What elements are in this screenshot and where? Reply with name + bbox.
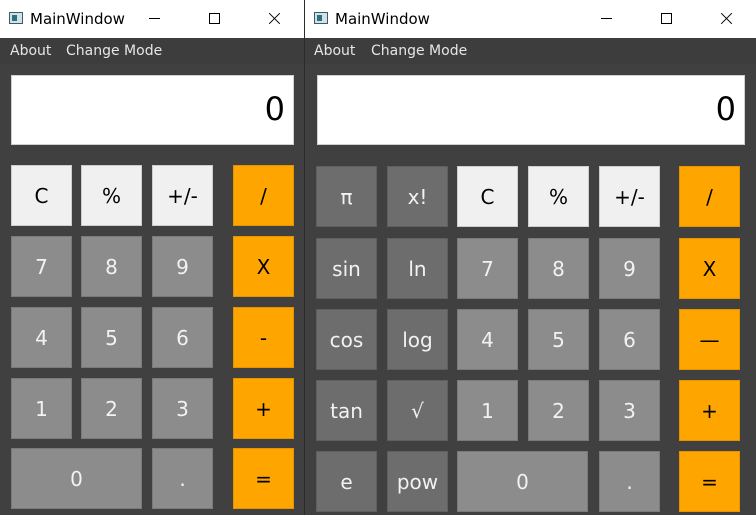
digit-6-button[interactable]: 6 [599, 309, 660, 370]
decimal-button[interactable]: . [599, 451, 660, 512]
menu-change-mode[interactable]: Change Mode [371, 43, 467, 59]
multiply-button[interactable]: X [679, 238, 740, 299]
menu-about[interactable]: About [314, 43, 355, 59]
display: 0 [11, 75, 294, 145]
clear-button[interactable]: C [457, 166, 518, 227]
subtract-button[interactable]: — [679, 309, 740, 370]
digit-7-button[interactable]: 7 [457, 238, 518, 299]
digit-9-button[interactable]: 9 [152, 236, 213, 297]
digit-8-button[interactable]: 8 [81, 236, 142, 297]
digit-4-button[interactable]: 4 [11, 307, 72, 368]
decimal-button[interactable]: . [152, 448, 213, 509]
close-icon[interactable] [703, 0, 749, 38]
equals-button[interactable]: = [233, 448, 294, 509]
digit-5-button[interactable]: 5 [528, 309, 589, 370]
display-value: 0 [715, 90, 736, 128]
menu-bar: About Change Mode [0, 38, 304, 64]
digit-5-button[interactable]: 5 [81, 307, 142, 368]
digit-9-button[interactable]: 9 [599, 238, 660, 299]
maximize-icon[interactable] [191, 0, 237, 38]
close-icon[interactable] [251, 0, 297, 38]
multiply-button[interactable]: X [233, 236, 294, 297]
digit-8-button[interactable]: 8 [528, 238, 589, 299]
maximize-icon[interactable] [643, 0, 689, 38]
plus-minus-button[interactable]: +/- [152, 165, 213, 226]
add-button[interactable]: + [233, 378, 294, 439]
tan-button[interactable]: tan [316, 380, 377, 441]
equals-button[interactable]: = [679, 451, 740, 512]
calculator-window-scientific: MainWindow About Change Mode 0 π x! C % … [305, 0, 756, 515]
window-title: MainWindow [30, 10, 125, 28]
pi-button[interactable]: π [316, 166, 377, 227]
app-icon [314, 12, 328, 24]
digit-0-button[interactable]: 0 [11, 448, 142, 509]
subtract-button[interactable]: - [233, 307, 294, 368]
digit-3-button[interactable]: 3 [152, 378, 213, 439]
clear-button[interactable]: C [11, 165, 72, 226]
log-button[interactable]: log [387, 309, 448, 370]
digit-1-button[interactable]: 1 [457, 380, 518, 441]
sin-button[interactable]: sin [316, 238, 377, 299]
menu-about[interactable]: About [10, 43, 51, 59]
pow-button[interactable]: pow [387, 451, 448, 512]
divide-button[interactable]: / [679, 166, 740, 227]
digit-7-button[interactable]: 7 [11, 236, 72, 297]
divide-button[interactable]: / [233, 165, 294, 226]
plus-minus-button[interactable]: +/- [599, 166, 660, 227]
title-bar[interactable]: MainWindow [0, 0, 304, 38]
cos-button[interactable]: cos [316, 309, 377, 370]
digit-2-button[interactable]: 2 [528, 380, 589, 441]
app-icon [9, 12, 23, 24]
display: 0 [317, 75, 745, 145]
digit-2-button[interactable]: 2 [81, 378, 142, 439]
display-value: 0 [264, 90, 285, 128]
digit-0-button[interactable]: 0 [457, 451, 588, 512]
percent-button[interactable]: % [81, 165, 142, 226]
e-button[interactable]: e [316, 451, 377, 512]
digit-1-button[interactable]: 1 [11, 378, 72, 439]
sqrt-button[interactable]: √ [387, 380, 448, 441]
window-title: MainWindow [335, 10, 430, 28]
title-bar[interactable]: MainWindow [305, 0, 756, 38]
menu-change-mode[interactable]: Change Mode [66, 43, 162, 59]
add-button[interactable]: + [679, 380, 740, 441]
calculator-window-standard: MainWindow About Change Mode 0 C % +/- /… [0, 0, 305, 515]
digit-4-button[interactable]: 4 [457, 309, 518, 370]
factorial-button[interactable]: x! [387, 166, 448, 227]
ln-button[interactable]: ln [387, 238, 448, 299]
minimize-icon[interactable] [583, 0, 629, 38]
minimize-icon[interactable] [131, 0, 177, 38]
digit-3-button[interactable]: 3 [599, 380, 660, 441]
digit-6-button[interactable]: 6 [152, 307, 213, 368]
percent-button[interactable]: % [528, 166, 589, 227]
menu-bar: About Change Mode [305, 38, 756, 64]
